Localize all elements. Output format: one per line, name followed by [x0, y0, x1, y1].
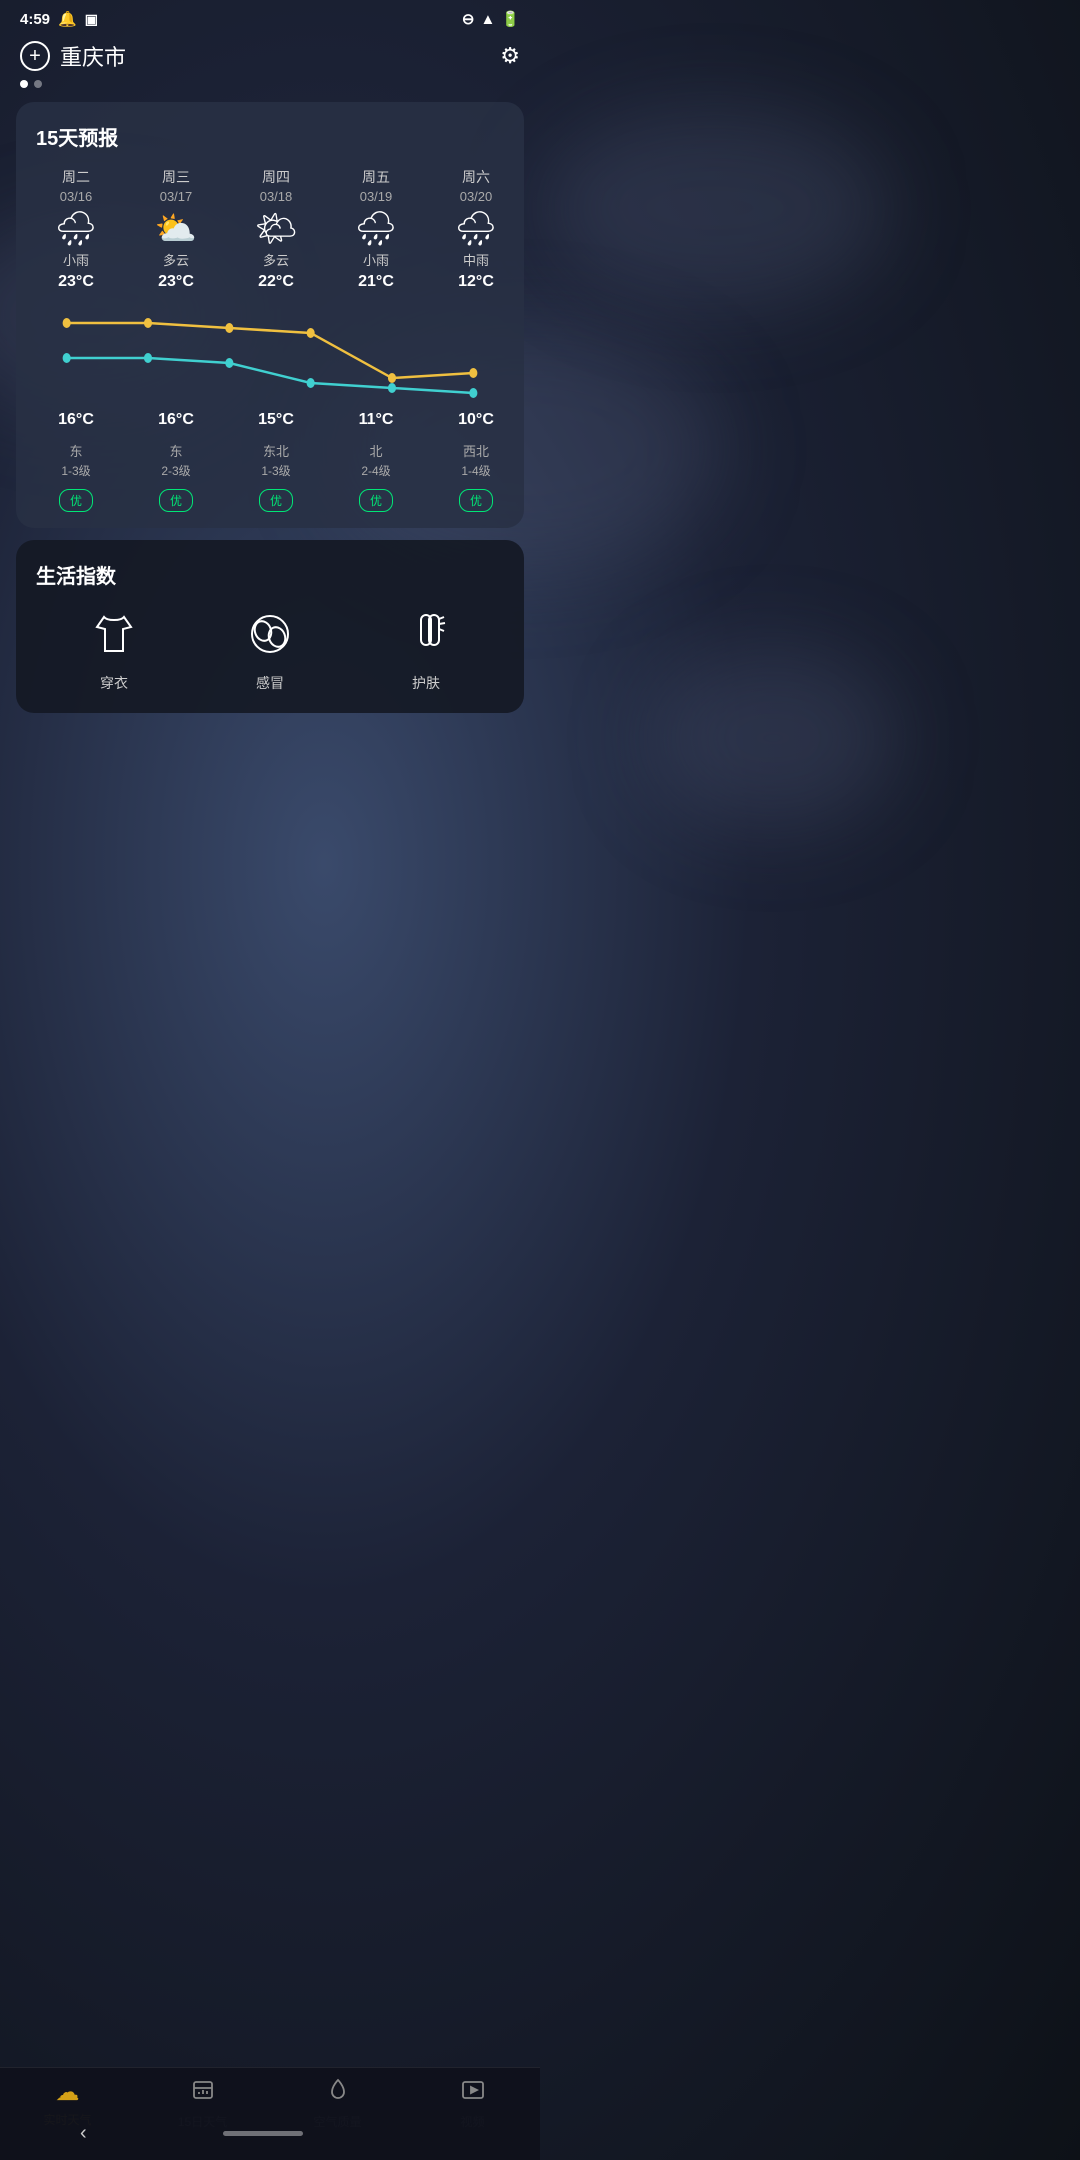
status-time: 4:59 — [20, 11, 50, 28]
page-dots — [0, 76, 540, 92]
notification-icon: 🔔 — [58, 10, 77, 28]
wifi-icon: ▲ — [480, 11, 495, 28]
temp-chart-container — [16, 303, 524, 403]
status-right: ⊖ ▲ 🔋 — [462, 10, 520, 28]
life-index-card: 生活指数 穿衣 感冒 — [16, 540, 524, 713]
dot-active — [20, 80, 28, 88]
quality-2: 优 — [226, 489, 326, 512]
settings-button[interactable]: ⚙ — [500, 43, 520, 69]
quality-row: 优 优 优 优 优 优 — [16, 479, 524, 512]
low-temp-2: 15°C — [226, 411, 326, 429]
top-bar-left: + 重庆市 — [20, 40, 126, 72]
forecast-day-3: 周五 03/19 🌧 小雨 21°C — [326, 167, 426, 293]
forecast-day-0: 周二 03/16 🌧 小雨 23°C — [26, 167, 126, 293]
add-city-button[interactable]: + — [20, 41, 50, 71]
home-bar: ‹ — [0, 2110, 540, 2160]
forecast-days-row: 周二 03/16 🌧 小雨 23°C 周三 03/17 ⛅ 多云 23°C 周四… — [16, 167, 524, 293]
life-item-clothing[interactable]: 穿衣 — [89, 609, 139, 693]
wind-1: 东 2-3级 — [126, 441, 226, 479]
forecast-card: 15天预报 周二 03/16 🌧 小雨 23°C 周三 03/17 ⛅ 多云 2… — [16, 102, 524, 528]
top-bar: + 重庆市 ⚙ — [0, 34, 540, 76]
low-temp-3: 11°C — [326, 411, 426, 429]
forecast-scroll[interactable]: 周二 03/16 🌧 小雨 23°C 周三 03/17 ⛅ 多云 23°C 周四… — [16, 167, 524, 512]
life-index-title: 生活指数 — [36, 560, 504, 589]
wind-3: 北 2-4级 — [326, 441, 426, 479]
skincare-label: 护肤 — [412, 673, 440, 693]
skincare-icon — [401, 609, 451, 665]
forecast-day-2: 周四 03/18 🌤 多云 22°C — [226, 167, 326, 293]
wind-row: 东 1-3级 东 2-3级 东北 1-3级 北 2-4级 西北 1-4级 — [16, 429, 524, 479]
15day-weather-icon — [191, 2078, 215, 2109]
clothing-icon — [89, 609, 139, 665]
status-bar: 4:59 🔔 ▣ ⊖ ▲ 🔋 — [0, 0, 540, 34]
clothing-label: 穿衣 — [100, 673, 128, 693]
forecast-day-1: 周三 03/17 ⛅ 多云 23°C — [126, 167, 226, 293]
wind-4: 西北 1-4级 — [426, 441, 524, 479]
low-temp-0: 16°C — [26, 411, 126, 429]
low-temp-1: 16°C — [126, 411, 226, 429]
wind-0: 东 1-3级 — [26, 441, 126, 479]
quality-4: 优 — [426, 489, 524, 512]
back-button[interactable]: ‹ — [80, 2122, 87, 2145]
dot-inactive — [34, 80, 42, 88]
gear-icon: ⚙ — [500, 43, 520, 68]
dnd-icon: ⊖ — [462, 10, 475, 28]
cold-label: 感冒 — [256, 673, 284, 693]
low-temp-row: 16°C 16°C 15°C 11°C 10°C 9°C — [16, 407, 524, 429]
low-temp-4: 10°C — [426, 411, 524, 429]
status-left: 4:59 🔔 ▣ — [20, 10, 98, 28]
cold-icon — [245, 609, 295, 665]
life-index-icons: 穿衣 感冒 — [36, 609, 504, 693]
quality-1: 优 — [126, 489, 226, 512]
life-item-cold[interactable]: 感冒 — [245, 609, 295, 693]
city-name: 重庆市 — [60, 40, 126, 72]
quality-3: 优 — [326, 489, 426, 512]
forecast-title: 15天预报 — [16, 122, 524, 167]
wind-2: 东北 1-3级 — [226, 441, 326, 479]
temperature-chart — [26, 303, 514, 403]
home-indicator[interactable] — [223, 2131, 303, 2136]
sim-icon: ▣ — [85, 11, 98, 28]
plus-icon: + — [29, 45, 41, 68]
realtime-weather-icon: ☁ — [56, 2078, 80, 2107]
life-item-skincare[interactable]: 护肤 — [401, 609, 451, 693]
forecast-day-4: 周六 03/20 🌧 中雨 12°C — [426, 167, 524, 293]
battery-icon: 🔋 — [501, 10, 520, 28]
quality-0: 优 — [26, 489, 126, 512]
